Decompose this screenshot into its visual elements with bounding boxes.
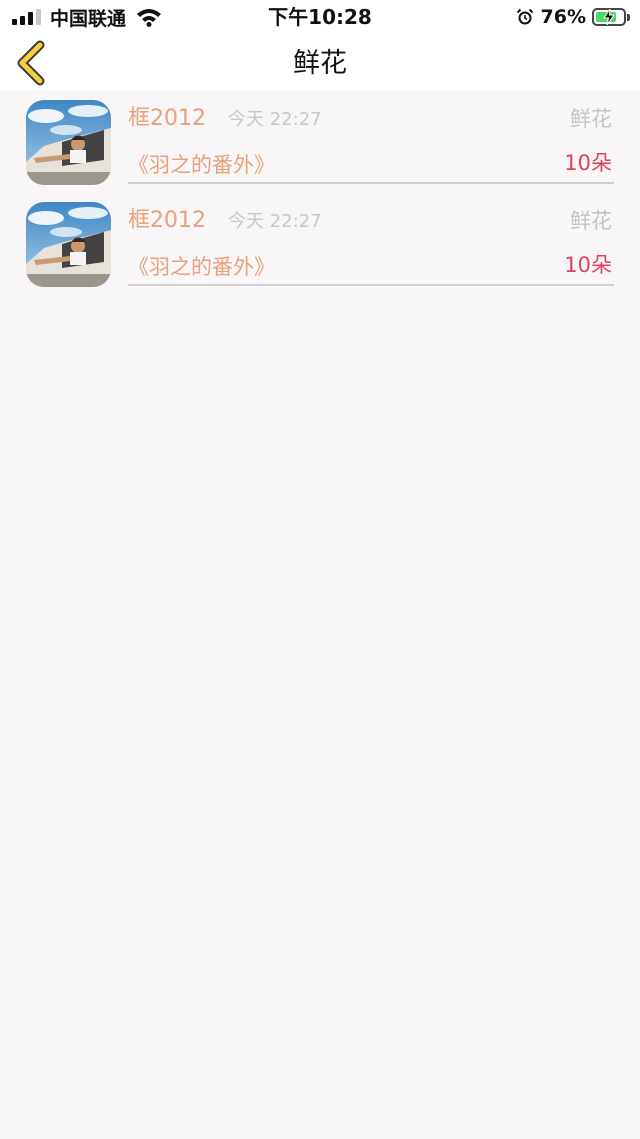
battery-cap — [627, 13, 630, 21]
alarm-icon — [516, 8, 533, 25]
avatar[interactable] — [26, 100, 111, 185]
gift-amount: 10朵 — [564, 253, 612, 277]
list-item[interactable]: 框2012 今天 22:27 鲜花 《羽之的番外》 10朵 — [0, 192, 640, 294]
sender-name: 框2012 — [128, 208, 206, 233]
charging-bolt-icon — [603, 9, 615, 25]
book-title-link[interactable]: 《羽之的番外》 — [128, 150, 275, 180]
status-bar-left: 中国联通 — [12, 4, 162, 30]
flower-record-list: 框2012 今天 22:27 鲜花 《羽之的番外》 10朵 框2012 今天 2… — [0, 90, 640, 294]
gift-type: 鲜花 — [570, 107, 612, 131]
divider — [128, 284, 614, 286]
battery-icon — [592, 8, 626, 26]
list-item[interactable]: 框2012 今天 22:27 鲜花 《羽之的番外》 10朵 — [0, 90, 640, 192]
send-time: 今天 22:27 — [228, 211, 322, 232]
nav-bar: 鲜花 — [0, 34, 640, 90]
gift-type: 鲜花 — [570, 209, 612, 233]
signal-icon — [12, 9, 41, 25]
gift-amount: 10朵 — [564, 151, 612, 175]
page-title: 鲜花 — [293, 48, 347, 79]
battery-percent: 76% — [540, 6, 586, 28]
book-title-link[interactable]: 《羽之的番外》 — [128, 252, 275, 282]
status-bar: 中国联通 下午10:28 76% — [0, 0, 640, 34]
sender-name: 框2012 — [128, 106, 206, 131]
avatar[interactable] — [26, 202, 111, 287]
carrier-name: 中国联通 — [50, 7, 127, 30]
divider — [128, 182, 614, 184]
status-bar-right: 76% — [516, 4, 630, 30]
send-time: 今天 22:27 — [228, 109, 322, 130]
wifi-icon — [137, 9, 162, 27]
